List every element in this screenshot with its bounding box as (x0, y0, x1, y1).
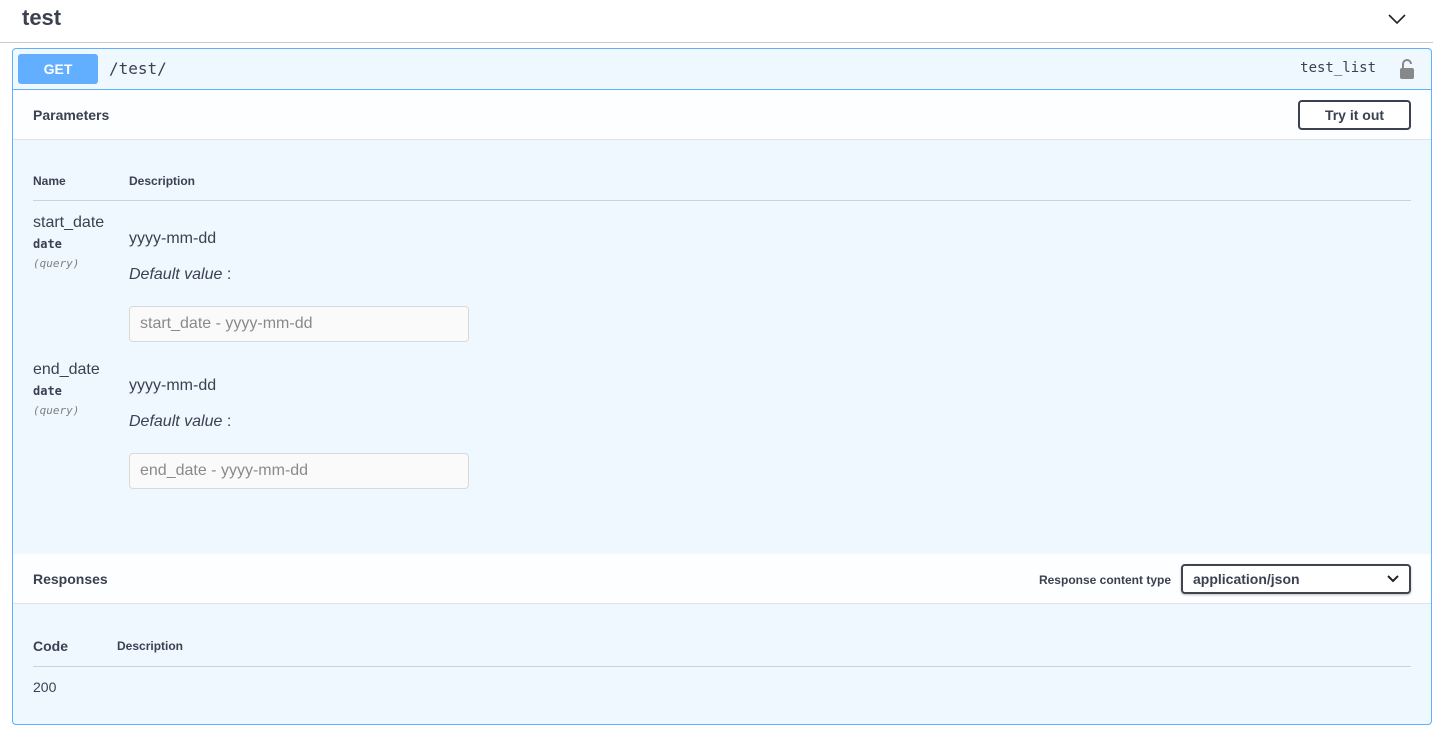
param-type: date (33, 384, 62, 398)
operation-path: /test/ (109, 59, 167, 78)
unlock-icon[interactable] (1399, 58, 1415, 80)
param-description: yyyy-mm-dd (129, 377, 217, 394)
param-name: end_date (33, 361, 100, 378)
param-location: (query) (33, 257, 80, 270)
response-content-type-label: Response content type (1038, 573, 1171, 587)
start-date-input[interactable] (129, 306, 469, 342)
operation-id: test_list (1300, 60, 1376, 76)
operation-block: GET /test/ test_list Parameters Try it o… (12, 48, 1432, 725)
default-value-label: Default value (129, 266, 223, 283)
default-value-separator: : (222, 266, 232, 283)
column-description-header: Description (129, 174, 196, 188)
chevron-down-icon[interactable] (1387, 9, 1407, 29)
response-header-divider (33, 666, 1411, 667)
column-code-header: Code (33, 638, 68, 654)
end-date-input[interactable] (129, 453, 469, 489)
param-default: Default value : (129, 413, 231, 431)
try-it-out-button[interactable]: Try it out (1298, 100, 1411, 130)
operation-summary[interactable]: GET /test/ test_list (13, 49, 1431, 90)
method-badge: GET (18, 54, 98, 84)
select-value: application/json (1193, 571, 1300, 587)
param-location: (query) (33, 404, 80, 417)
header-divider (33, 200, 1411, 201)
param-name: start_date (33, 214, 105, 231)
chevron-down-icon (1387, 575, 1399, 583)
tag-header[interactable]: test (0, 0, 1433, 43)
responses-title: Responses (33, 571, 108, 587)
response-content-type-select[interactable]: application/json (1181, 564, 1411, 594)
parameters-title: Parameters (33, 107, 110, 123)
tag-title: test (22, 5, 62, 30)
default-value-label: Default value (129, 413, 223, 430)
responses-header: Responses Response content type applicat… (13, 554, 1431, 604)
param-type: date (33, 237, 62, 251)
parameters-header: Parameters Try it out (13, 90, 1431, 140)
column-description-header: Description (117, 639, 184, 653)
response-code: 200 (33, 679, 57, 695)
param-description: yyyy-mm-dd (129, 230, 217, 247)
default-value-separator: : (222, 413, 232, 430)
column-name-header: Name (33, 174, 66, 188)
param-default: Default value : (129, 266, 231, 284)
